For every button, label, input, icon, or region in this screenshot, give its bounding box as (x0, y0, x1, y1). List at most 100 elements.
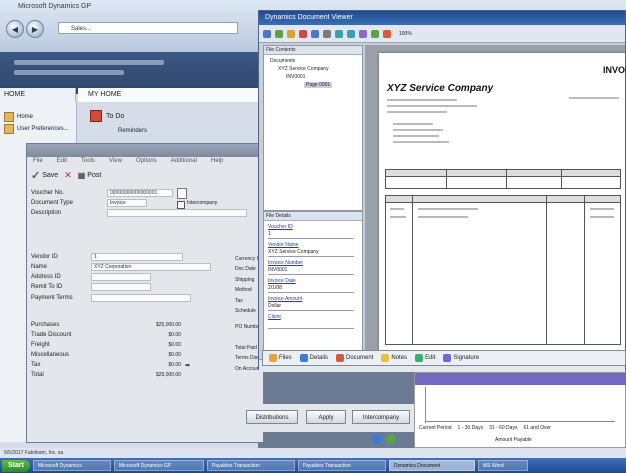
browser-title: Microsoft Dynamics GP (18, 3, 92, 10)
menu-tools[interactable]: Tools (81, 158, 95, 167)
aging-chart-panel: Current Period 1 - 30 Days 31 - 60 Days … (414, 372, 626, 448)
task-item[interactable]: Payables Transaction (297, 460, 386, 471)
save-button[interactable]: ✓ Save (31, 169, 58, 182)
remit-to-label: Remit To ID (31, 284, 63, 290)
legend-1-30: 1 - 30 Days (457, 425, 484, 431)
menu-edit[interactable]: Edit (57, 158, 67, 167)
home-tab[interactable]: HOME (0, 88, 76, 102)
back-arrow-icon: ◀ (11, 24, 19, 34)
detail-value-invoice-number[interactable]: INV0001 (268, 267, 354, 275)
intercompany-button[interactable]: Intercompany (352, 410, 410, 424)
nav-item-user-preferences[interactable]: User Preferences... (4, 124, 69, 134)
address-id-label: Address ID (31, 274, 61, 280)
help-icon[interactable] (372, 434, 382, 444)
tab-signature[interactable]: Signature (443, 354, 479, 362)
zoom-out-icon[interactable] (347, 29, 355, 38)
purchases-value: $25,000.00 (155, 322, 181, 328)
refresh-icon[interactable] (275, 29, 283, 38)
nav-item-home[interactable]: Home (4, 112, 33, 122)
file-contents-title: File Contents (264, 46, 362, 55)
tab-notes[interactable]: Notes (381, 354, 407, 362)
rotate-icon[interactable] (359, 29, 367, 38)
detail-value-client[interactable] (268, 321, 354, 329)
description-input[interactable] (107, 209, 247, 217)
tax-expand-arrow-icon[interactable]: ➡ (185, 362, 190, 369)
payables-transaction-window: File Edit Tools View Options Additional … (26, 143, 264, 443)
menu-view[interactable]: View (109, 158, 122, 167)
tree-page[interactable]: Page 0001 (304, 82, 333, 88)
annotate-icon[interactable] (383, 29, 391, 38)
tab-details[interactable]: Details (299, 354, 328, 362)
address-id-input[interactable] (91, 273, 151, 281)
zoom-level[interactable]: 100% (399, 31, 412, 37)
miscellaneous-value: $0.00 (168, 352, 181, 358)
post-icon: ▦ (77, 170, 86, 180)
menu-options[interactable]: Options (136, 158, 157, 167)
tab-document[interactable]: Document (336, 354, 373, 362)
forward-arrow-icon: ▶ (31, 24, 39, 34)
viewer-title-bar: Dynamics Document Viewer (259, 11, 625, 25)
invoice-page[interactable]: INVOICE XYZ Service Company (379, 53, 626, 353)
task-item[interactable]: MS Word (477, 460, 528, 471)
tree-documents[interactable]: Documents (270, 58, 295, 64)
intercompany-checkbox[interactable] (177, 201, 185, 209)
detail-value-invoice-amount[interactable]: Dollar (268, 303, 354, 311)
address-bar[interactable]: Sales... (58, 22, 238, 34)
details-icon (299, 354, 308, 362)
note-icon[interactable] (386, 434, 396, 444)
tab-edit[interactable]: Edit (415, 354, 435, 362)
voucher-no-input[interactable]: 00000000000000001 (107, 189, 173, 197)
notes-icon (381, 354, 390, 362)
document-type-select[interactable]: Invoice (107, 199, 147, 207)
voucher-lookup-icon[interactable] (177, 188, 187, 199)
print-icon[interactable] (299, 29, 307, 38)
copy-icon[interactable] (323, 29, 331, 38)
detail-value-voucher[interactable]: 1 (268, 231, 354, 239)
back-button[interactable]: ◀ (6, 20, 24, 38)
page-icon[interactable] (371, 29, 379, 38)
purchases-label: Purchases (31, 322, 60, 328)
apply-button[interactable]: Apply (306, 410, 346, 424)
detail-label-client[interactable]: Client (268, 314, 281, 320)
zoom-in-icon[interactable] (335, 29, 343, 38)
checkmark-icon: ✓ (31, 169, 41, 182)
forward-button[interactable]: ▶ (26, 20, 44, 38)
detail-label-vendor[interactable]: Vendor Name (268, 242, 299, 248)
vendor-id-input[interactable]: 1 (91, 253, 183, 261)
tree-company[interactable]: XYZ Service Company (278, 66, 329, 72)
detail-value-vendor[interactable]: XYZ Service Company (268, 249, 354, 257)
menu-help[interactable]: Help (211, 158, 223, 167)
payment-terms-select[interactable] (91, 294, 191, 302)
task-item-active[interactable]: Dynamics Document (388, 460, 475, 471)
menu-additional[interactable]: Additional (171, 158, 197, 167)
todo-header[interactable]: To Do (90, 110, 124, 122)
task-item[interactable]: Microsoft Dynamics (32, 460, 111, 471)
menu-file[interactable]: File (33, 158, 43, 167)
tree-invoice[interactable]: INV0001 (286, 74, 305, 80)
tab-files[interactable]: Files (269, 354, 292, 362)
detail-label-invoice-date[interactable]: Invoice Date (268, 278, 296, 284)
taskbar: Start Microsoft Dynamics Microsoft Dynam… (0, 458, 626, 473)
reminders-label[interactable]: Reminders (118, 128, 147, 134)
email-icon[interactable] (311, 29, 319, 38)
miscellaneous-label: Miscellaneous (31, 352, 70, 358)
app-toolbar (0, 76, 258, 86)
task-item[interactable]: Payables Transaction (206, 460, 295, 471)
delete-button[interactable]: ✕ (64, 170, 72, 181)
detail-label-voucher[interactable]: Voucher ID (268, 224, 293, 230)
file-contents-pane: File Contents Documents XYZ Service Comp… (263, 45, 363, 211)
post-button[interactable]: ▦ Post (78, 171, 102, 180)
start-button[interactable]: Start (2, 459, 30, 472)
detail-label-invoice-number[interactable]: Invoice Number (268, 260, 303, 266)
freight-value: $0.00 (168, 342, 181, 348)
detail-label-invoice-amount[interactable]: Invoice Amount (268, 296, 302, 302)
total-label: Total (31, 372, 44, 378)
home-icon[interactable] (263, 29, 271, 38)
task-item[interactable]: Microsoft Dynamics GP (113, 460, 204, 471)
viewer-toolbar: 100% (259, 25, 625, 43)
distributions-button[interactable]: Distributions (246, 410, 298, 424)
detail-value-invoice-date[interactable]: 2/1/08 (268, 285, 354, 293)
payables-toolbar: ✓ Save ✕ ▦ Post (31, 168, 259, 182)
folder-icon[interactable] (287, 29, 295, 38)
remit-to-input[interactable] (91, 283, 151, 291)
